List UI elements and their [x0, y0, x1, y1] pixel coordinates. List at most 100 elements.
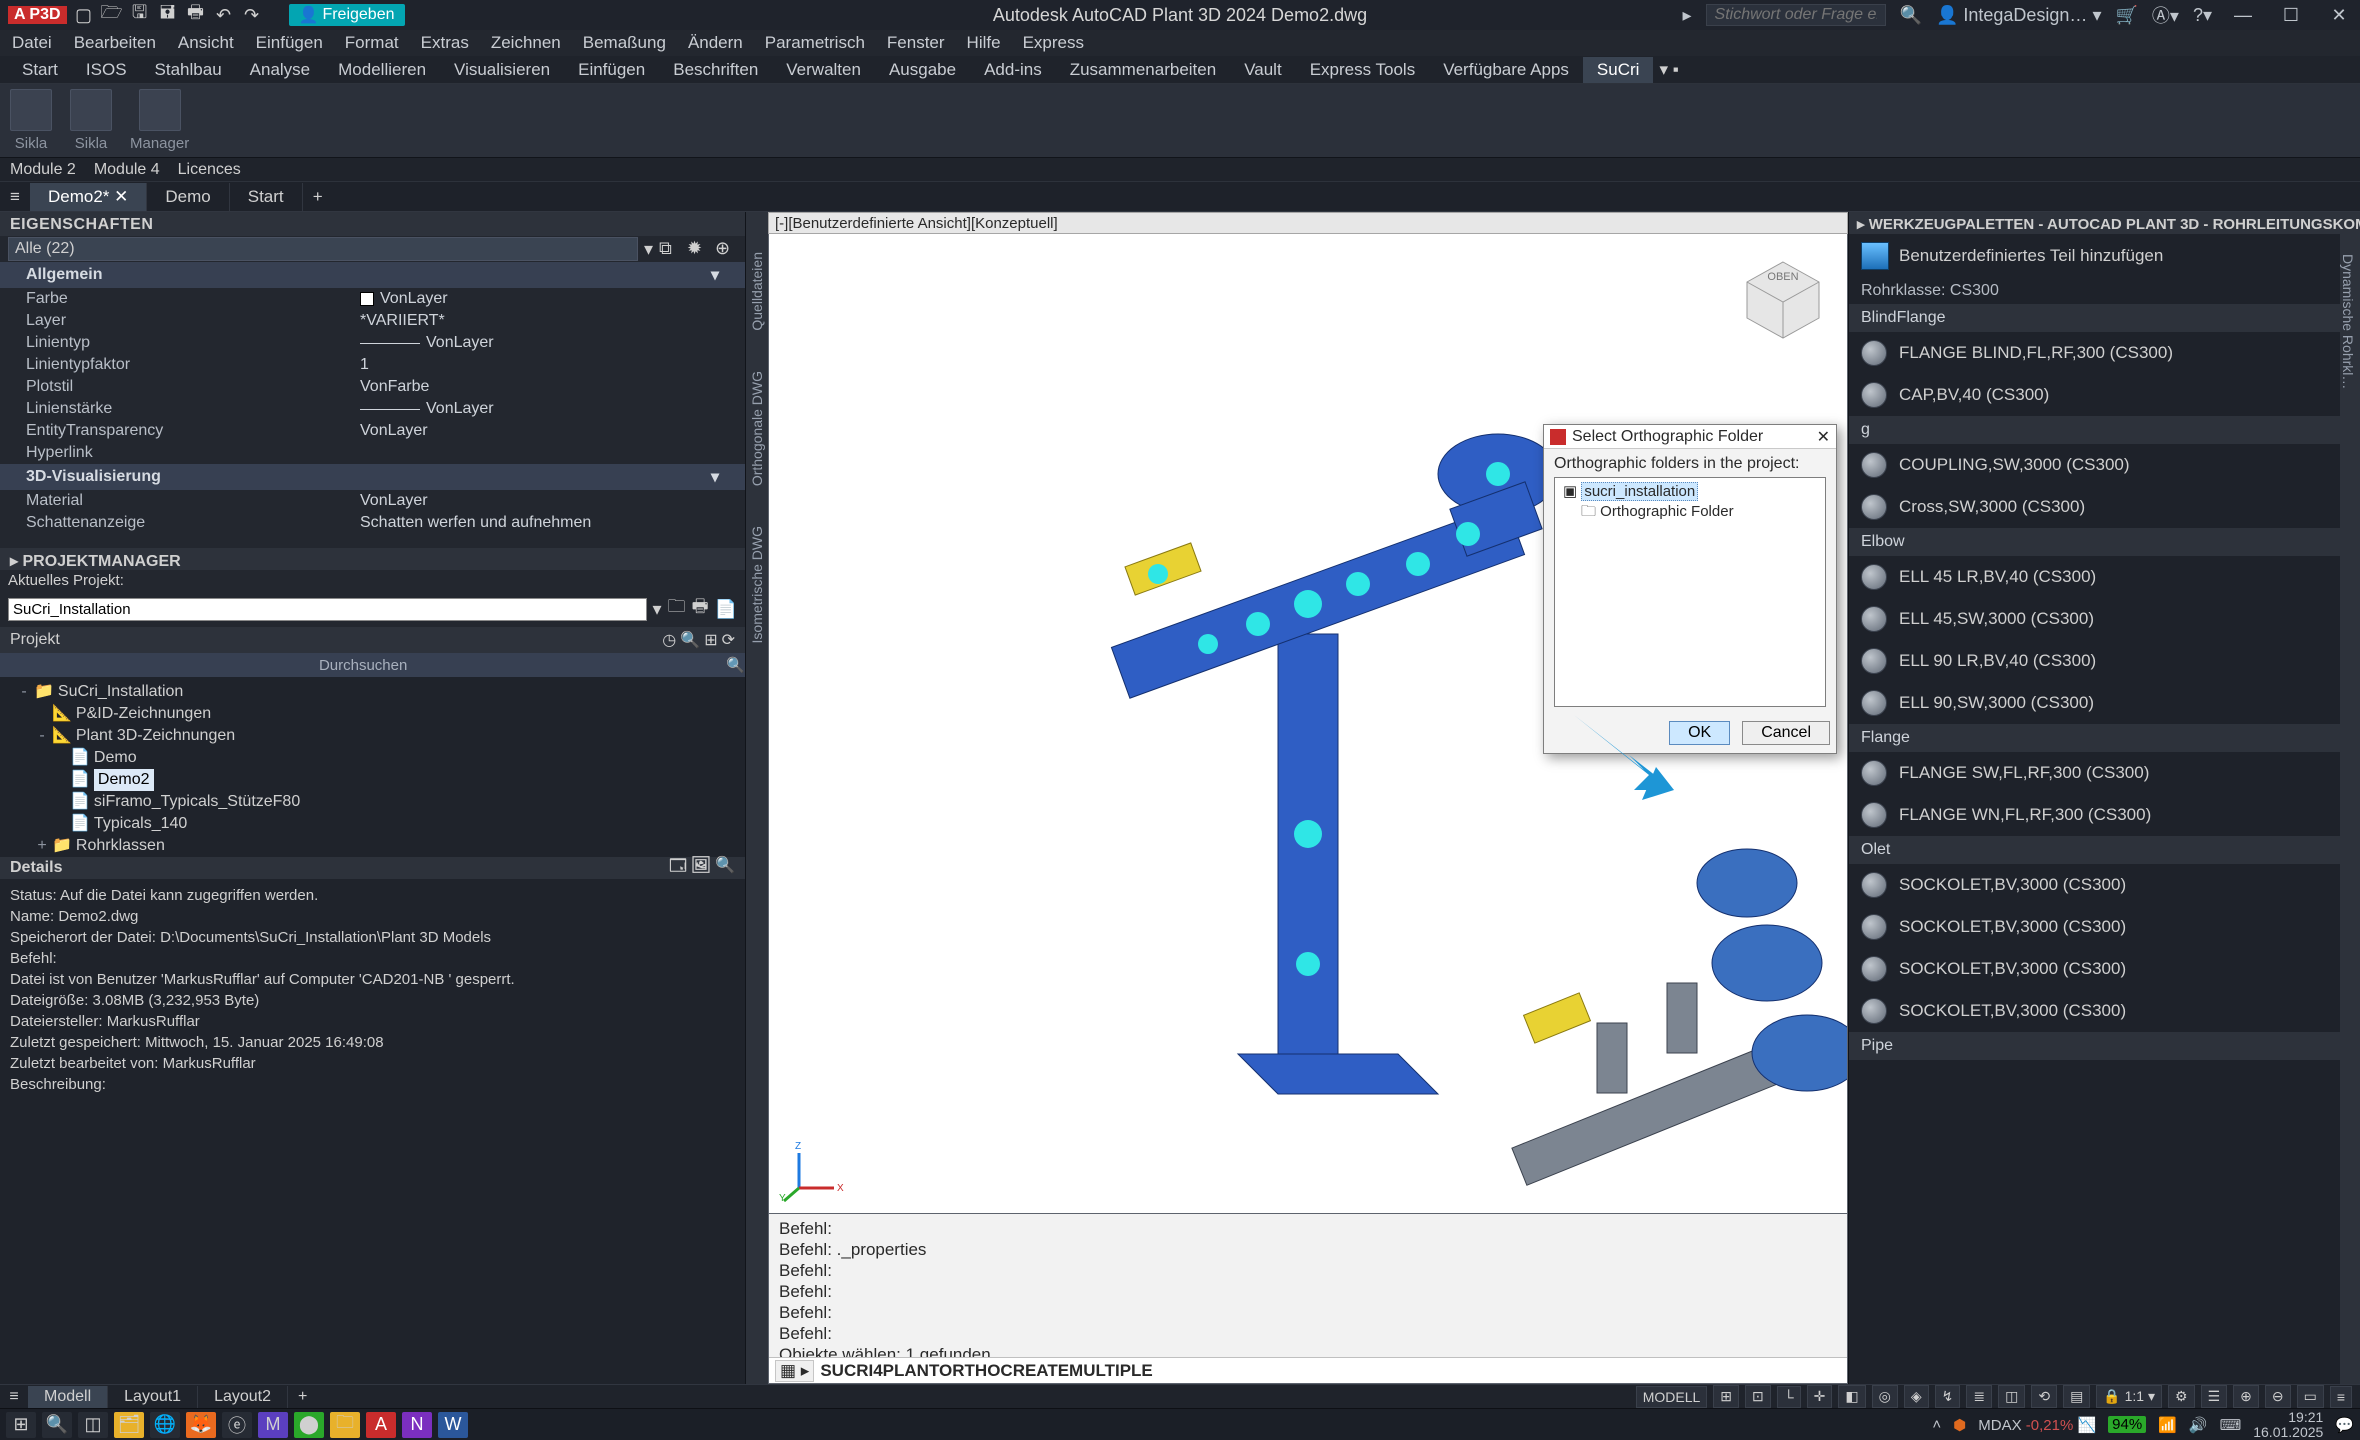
project-tool-c-icon[interactable]: ⊞	[704, 630, 717, 650]
menu-bearbeiten[interactable]: Bearbeiten	[74, 33, 156, 53]
status-minus-icon[interactable]: ⊖	[2265, 1385, 2291, 1408]
doctab-start[interactable]: Start	[230, 183, 303, 211]
help-chevron-icon[interactable]: ▸	[1682, 5, 1691, 26]
props-row[interactable]: MaterialVonLayer	[0, 490, 745, 512]
ribbon-tab-verfügbare-apps[interactable]: Verfügbare Apps	[1429, 57, 1583, 83]
status-3dosnap-icon[interactable]: ◈	[1904, 1385, 1929, 1408]
project-tree-node[interactable]: 📄Demo	[6, 747, 739, 769]
project-tree-node[interactable]: 📐P&ID-Zeichnungen	[6, 703, 739, 725]
menu-ansicht[interactable]: Ansicht	[178, 33, 234, 53]
qat-plot-icon[interactable]: 🖶	[185, 4, 207, 26]
props-section-allgemein[interactable]: Allgemein▾	[0, 262, 745, 288]
props-row[interactable]: LinienstärkeVonLayer	[0, 398, 745, 420]
ribbon-tab-express-tools[interactable]: Express Tools	[1296, 57, 1430, 83]
project-sidetab-quelldateien[interactable]: Quelldateien	[749, 252, 765, 331]
ribbon-tab-modellieren[interactable]: Modellieren	[324, 57, 440, 83]
project-tool2-icon[interactable]: 🖶	[692, 594, 709, 624]
ribbon-tab-ausgabe[interactable]: Ausgabe	[875, 57, 970, 83]
subtab-module-4[interactable]: Module 4	[94, 161, 160, 179]
modeltabs-menu-icon[interactable]: ≡	[0, 1388, 28, 1406]
status-scale[interactable]: 🔒 1:1 ▾	[2096, 1385, 2162, 1408]
tray-sound-icon[interactable]: 🔊	[2189, 1416, 2208, 1434]
menu-parametrisch[interactable]: Parametrisch	[765, 33, 865, 53]
modeltab-layout1[interactable]: Layout1	[108, 1386, 198, 1408]
props-row[interactable]: Linientypfaktor1	[0, 354, 745, 376]
menu-bemaßung[interactable]: Bemaßung	[583, 33, 666, 53]
ribbon-tab-stahlbau[interactable]: Stahlbau	[141, 57, 236, 83]
palette-item[interactable]: FLANGE BLIND,FL,RF,300 (CS300)	[1849, 332, 2360, 374]
tray-notifications-icon[interactable]: 💬	[2335, 1416, 2354, 1434]
dialog-ok-button[interactable]: OK	[1669, 721, 1730, 745]
doctab-demo2[interactable]: Demo2* ✕	[30, 183, 147, 211]
project-tool-d-icon[interactable]: ⟳	[722, 630, 735, 650]
ribbon-tab-zusammenarbeiten[interactable]: Zusammenarbeiten	[1056, 57, 1230, 83]
ribbon-tab-visualisieren[interactable]: Visualisieren	[440, 57, 564, 83]
menu-fenster[interactable]: Fenster	[887, 33, 945, 53]
project-combo[interactable]	[8, 598, 647, 621]
status-gear-icon[interactable]: ⚙	[2168, 1385, 2195, 1408]
taskbar-app1-icon[interactable]: M	[258, 1412, 288, 1438]
ribbon-group-sikla[interactable]: Sikla	[10, 89, 52, 152]
modeltab-modell[interactable]: Modell	[28, 1386, 108, 1408]
status-clean-icon[interactable]: ▭	[2297, 1385, 2324, 1408]
palette-item[interactable]: SOCKOLET,BV,3000 (CS300)	[1849, 948, 2360, 990]
tray-clock[interactable]: 19:21 16.01.2025	[2253, 1410, 2323, 1440]
viewport[interactable]: OBEN X Z Y	[768, 234, 1848, 1214]
autodesk-icon[interactable]: Ⓐ▾	[2152, 2, 2179, 28]
palette-item[interactable]: SOCKOLET,BV,3000 (CS300)	[1849, 990, 2360, 1032]
palette-item[interactable]: ELL 90 LR,BV,40 (CS300)	[1849, 640, 2360, 682]
command-prompt-icon[interactable]: ▦ ▸	[775, 1360, 814, 1382]
viewport-header[interactable]: [-][Benutzerdefinierte Ansicht][Konzeptu…	[768, 212, 1848, 234]
ribbon-tab-add-ins[interactable]: Add-ins	[970, 57, 1056, 83]
qat-save-icon[interactable]: 🖫	[129, 4, 151, 26]
project-tree-node[interactable]: -📐Plant 3D-Zeichnungen	[6, 725, 739, 747]
taskbar-app3-icon[interactable]: 🗀	[330, 1412, 360, 1438]
project-tree[interactable]: -📁SuCri_Installation📐P&ID-Zeichnungen-📐P…	[0, 677, 745, 857]
status-plus-icon[interactable]: ⊕	[2233, 1385, 2259, 1408]
status-iso-icon[interactable]: ◧	[1838, 1385, 1865, 1408]
ribbon-group-sikla[interactable]: Sikla	[70, 89, 112, 152]
menu-zeichnen[interactable]: Zeichnen	[491, 33, 561, 53]
ribbon-tab-isos[interactable]: ISOS	[72, 57, 141, 83]
search-icon[interactable]: 🔍	[1900, 5, 1922, 26]
user-button[interactable]: 👤 IntegaDesign… ▾	[1936, 5, 2102, 26]
palette-item[interactable]: SOCKOLET,BV,3000 (CS300)	[1849, 864, 2360, 906]
ribbon-tab-einfügen[interactable]: Einfügen	[564, 57, 659, 83]
status-dyn-icon[interactable]: ↯	[1935, 1385, 1961, 1408]
props-value[interactable]	[360, 444, 745, 462]
props-row[interactable]: Layer*VARIIERT*	[0, 310, 745, 332]
help-search-input[interactable]	[1706, 4, 1886, 26]
project-tree-node[interactable]: -📁SuCri_Installation	[6, 681, 739, 703]
ribbon-group-manager[interactable]: Manager	[130, 89, 189, 152]
tray-app-icon[interactable]: ⬢	[1953, 1416, 1966, 1434]
taskbar-edge-icon[interactable]: ⓔ	[222, 1412, 252, 1438]
project-tool-a-icon[interactable]: ◷	[662, 630, 676, 650]
props-value[interactable]: Schatten werfen und aufnehmen	[360, 514, 745, 532]
project-tool1-icon[interactable]: 🗀	[668, 594, 686, 624]
project-sidetab-isometrische-dwg[interactable]: Isometrische DWG	[749, 526, 765, 643]
props-row[interactable]: SchattenanzeigeSchatten werfen und aufne…	[0, 512, 745, 534]
project-tree-node[interactable]: 📄Demo2	[6, 769, 739, 791]
dialog-tree-node[interactable]: 🗀 Orthographic Folder	[1559, 502, 1821, 522]
share-button[interactable]: 👤 Freigeben	[289, 4, 405, 26]
props-value[interactable]: VonLayer	[360, 400, 745, 418]
props-row[interactable]: PlotstilVonFarbe	[0, 376, 745, 398]
menu-express[interactable]: Express	[1023, 33, 1084, 53]
taskbar-firefox-icon[interactable]: 🦊	[186, 1412, 216, 1438]
taskbar-explorer-icon[interactable]: 🗂	[114, 1412, 144, 1438]
props-value[interactable]: VonLayer	[360, 492, 745, 510]
tray-wifi-icon[interactable]: 📶	[2158, 1416, 2177, 1434]
props-row[interactable]: Hyperlink	[0, 442, 745, 464]
props-section-3d-visualisierung[interactable]: 3D-Visualisierung▾	[0, 464, 745, 490]
taskbar-acad-icon[interactable]: A	[366, 1412, 396, 1438]
palette-item[interactable]: ELL 45 LR,BV,40 (CS300)	[1849, 556, 2360, 598]
palette-item[interactable]: Cross,SW,3000 (CS300)	[1849, 486, 2360, 528]
doctab-demo[interactable]: Demo	[147, 183, 229, 211]
ribbon-tab-sucri[interactable]: SuCri	[1583, 57, 1654, 83]
ribbon-tab-overflow-icon[interactable]: ▾ ▪	[1659, 60, 1678, 80]
ribbon-tab-analyse[interactable]: Analyse	[236, 57, 324, 83]
taskbar-start-icon[interactable]: ⊞	[6, 1412, 36, 1438]
tray-index[interactable]: MDAX -0,21% 📉	[1978, 1416, 2096, 1434]
properties-selection-input[interactable]	[8, 237, 638, 261]
tray-lang-icon[interactable]: ⌨	[2220, 1416, 2242, 1434]
